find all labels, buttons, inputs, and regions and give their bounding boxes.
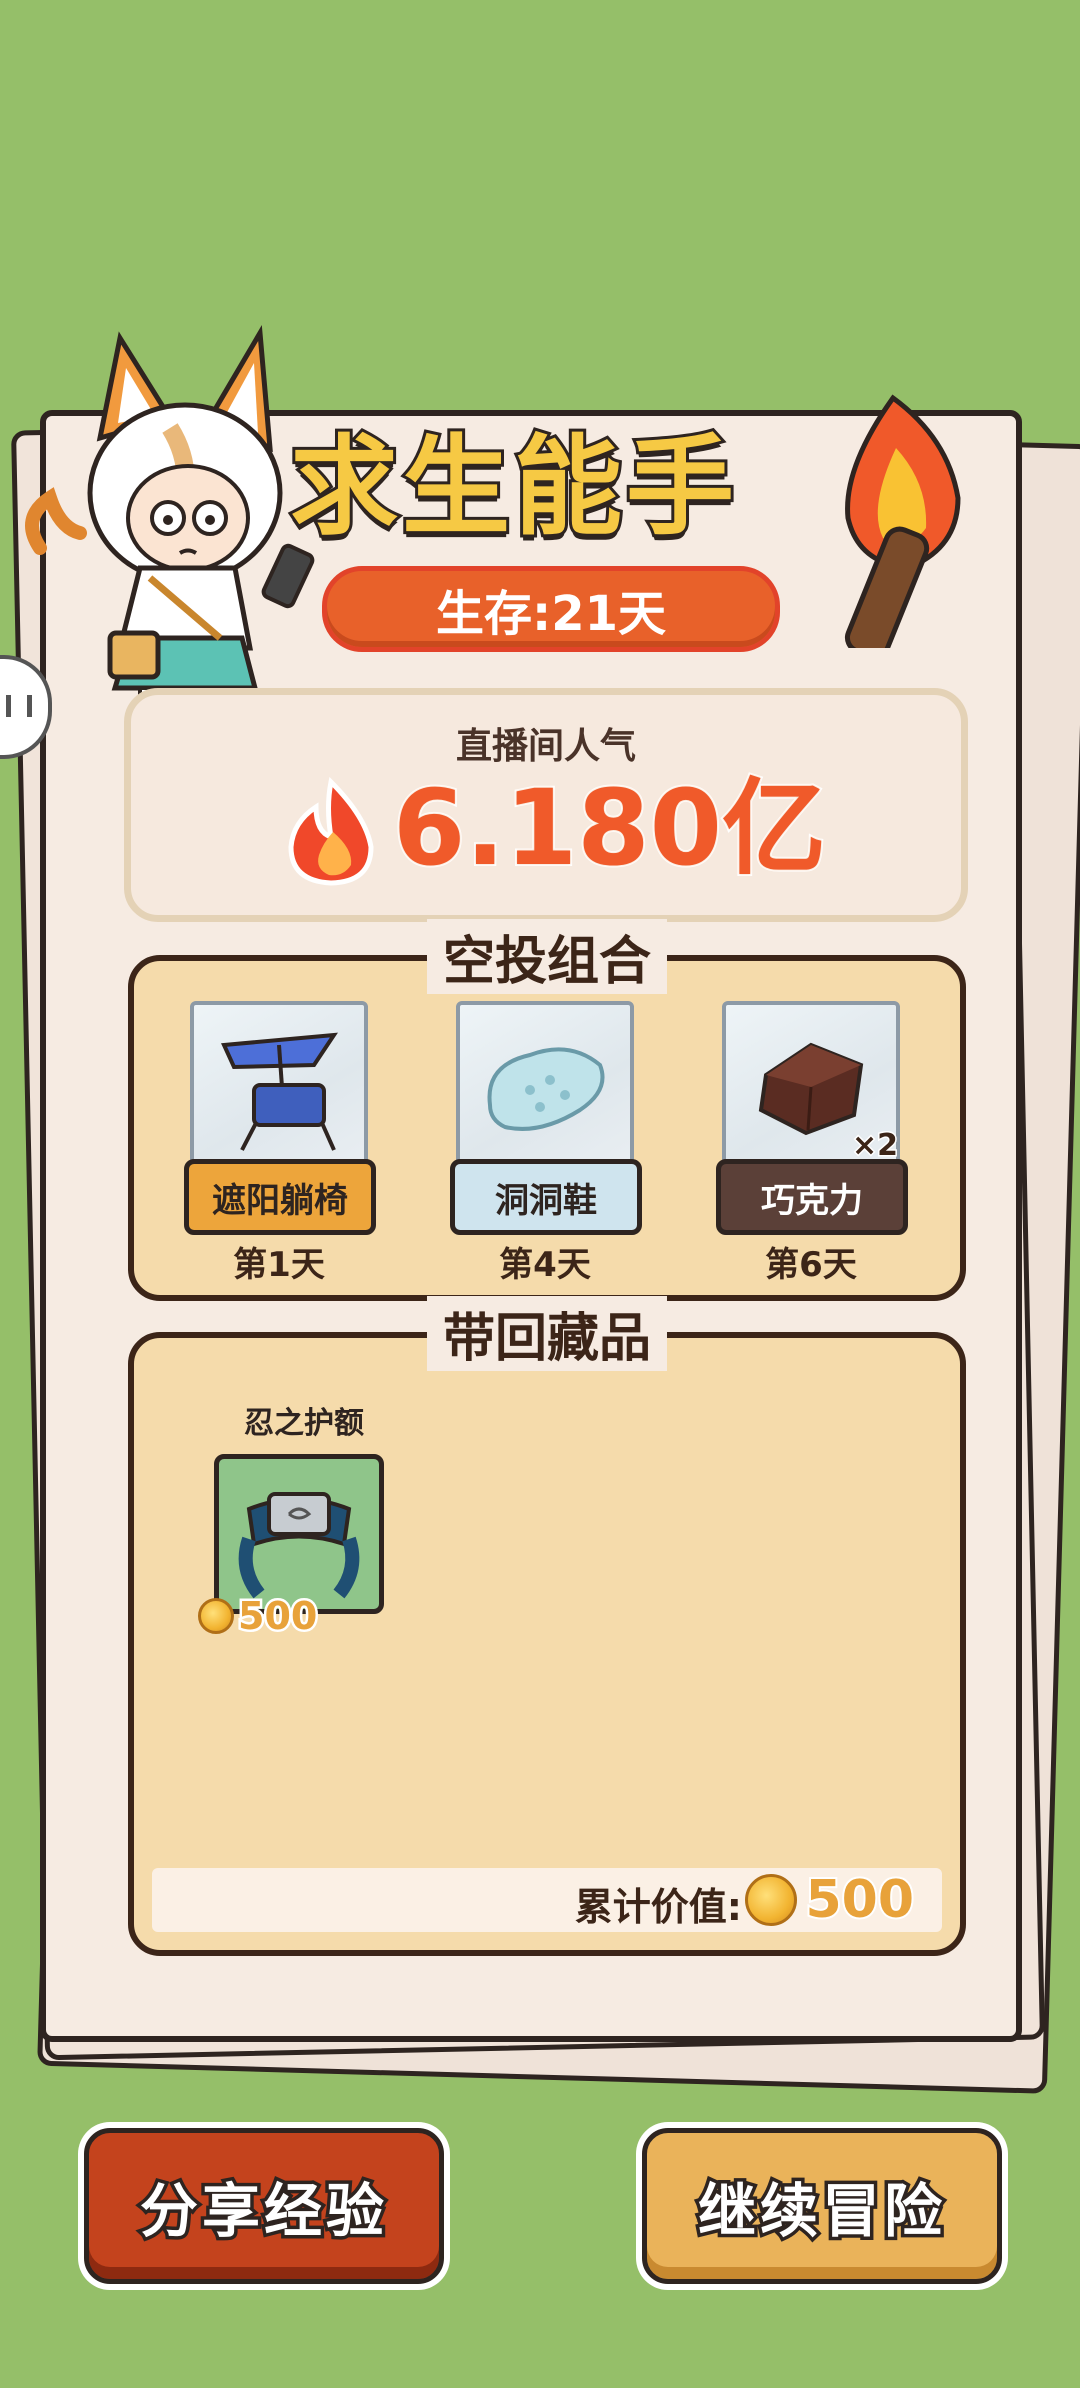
item-frame (190, 1001, 368, 1169)
item-name-tag: 洞洞鞋 (450, 1159, 642, 1235)
item-name: 遮阳躺椅 (212, 1180, 348, 1221)
page-title: 求生能手 (287, 422, 739, 553)
collection-item-price-value: 500 (235, 1592, 319, 1641)
item-quantity: ×2 (850, 1127, 899, 1165)
collection-panel: 带回藏品 忍之护额 500 累计价值: 500 (128, 1296, 966, 1956)
item-name: 洞洞鞋 (495, 1180, 597, 1221)
total-value-bar: 累计价值: 500 (152, 1868, 942, 1932)
collection-item-card (214, 1454, 384, 1614)
share-experience-button[interactable]: 分享经验 (84, 2128, 444, 2284)
item-name-tag: 巧克力 (716, 1159, 908, 1235)
total-value-label: 累计价值: (574, 1885, 742, 1929)
collection-item-name: 忍之护额 (244, 1406, 364, 1441)
ninja-headband-icon (238, 1492, 360, 1599)
item-day: 第1天 (233, 1245, 325, 1285)
airdrop-item-chocolate[interactable]: ×2 巧克力 第6天 (716, 1001, 908, 1285)
item-day: 第4天 (499, 1245, 591, 1285)
survival-days-badge: 生存:21天 (322, 566, 780, 652)
results-screen: 求生能手 生存:21天 直播间人气 6.180亿 空投组合 遮阳躺椅 第1天 洞… (0, 0, 1080, 2388)
item-frame (456, 1001, 634, 1169)
item-name-tag: 遮阳躺椅 (184, 1159, 376, 1235)
clog-icon (487, 1047, 605, 1131)
airdrop-panel: 空投组合 遮阳躺椅 第1天 洞洞鞋 第4天 ×2 巧克力 第6天 (128, 919, 966, 1301)
airdrop-title: 空投组合 (426, 919, 668, 994)
item-frame: ×2 (722, 1001, 900, 1169)
coin-icon (198, 1598, 234, 1634)
sun-lounger-icon (221, 1032, 338, 1151)
airdrop-item-clog[interactable]: 洞洞鞋 第4天 (450, 1001, 642, 1285)
item-day: 第6天 (765, 1245, 857, 1285)
item-name: 巧克力 (761, 1180, 863, 1221)
fox-girl-mascot-icon (25, 324, 315, 736)
collection-title: 带回藏品 (426, 1296, 668, 1371)
flame-icon (288, 777, 374, 886)
popularity-label: 直播间人气 (455, 726, 636, 767)
coin-icon (745, 1874, 798, 1926)
torch-icon (844, 394, 961, 648)
airdrop-item-sun-lounger[interactable]: 遮阳躺椅 第1天 (184, 1001, 376, 1285)
popularity-value: 6.180亿 (391, 765, 828, 891)
collection-item-price: 500 (198, 1592, 320, 1641)
total-value: 500 (745, 1868, 916, 1932)
total-value-amount: 500 (803, 1868, 916, 1932)
continue-adventure-button[interactable]: 继续冒险 (642, 2128, 1002, 2284)
popularity-box: 直播间人气 6.180亿 (124, 688, 968, 922)
collection-item[interactable]: 忍之护额 500 (198, 1398, 394, 1641)
